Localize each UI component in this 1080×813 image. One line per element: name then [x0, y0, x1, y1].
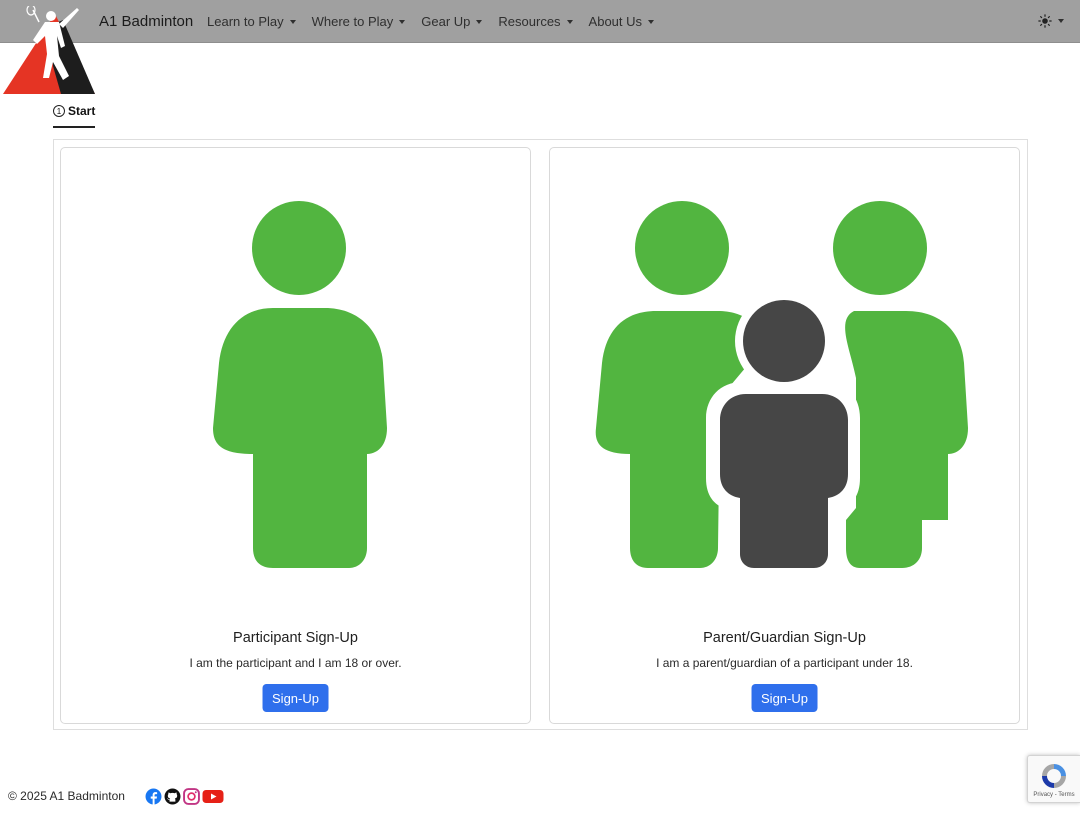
- card-title: Participant Sign-Up: [233, 630, 358, 646]
- recaptcha-icon: [1042, 764, 1066, 788]
- participant-signup-button[interactable]: Sign-Up: [262, 684, 329, 712]
- brand-name[interactable]: A1 Badminton: [99, 13, 193, 30]
- step-tab-start[interactable]: 1 Start: [53, 104, 96, 128]
- instagram-icon[interactable]: [183, 788, 200, 805]
- caret-down-icon: [1058, 19, 1064, 23]
- step-number: 1: [53, 105, 65, 117]
- caret-down-icon: [566, 19, 573, 24]
- sun-icon: [1038, 14, 1052, 28]
- nav-item-gear-up[interactable]: Gear Up: [421, 14, 483, 29]
- nav-item-about-us[interactable]: About Us: [588, 14, 655, 29]
- copyright-text: © 2025 A1 Badminton: [8, 789, 125, 803]
- footer: © 2025 A1 Badminton: [8, 789, 125, 803]
- nav-menu: Learn to Play Where to Play Gear Up Reso…: [207, 14, 670, 29]
- recaptcha-badge[interactable]: Privacy - Terms: [1027, 755, 1080, 803]
- nav-item-learn-to-play[interactable]: Learn to Play: [207, 14, 296, 29]
- nav-item-resources[interactable]: Resources: [498, 14, 573, 29]
- step-label: Start: [68, 104, 96, 118]
- parent-guardian-signup-card: Parent/Guardian Sign-Up I am a parent/gu…: [549, 147, 1020, 724]
- caret-down-icon: [476, 19, 483, 24]
- nav-item-label: Learn to Play: [207, 14, 284, 29]
- card-description: I am the participant and I am 18 or over…: [189, 656, 402, 670]
- family-icon: [595, 201, 968, 568]
- caret-down-icon: [648, 19, 655, 24]
- facebook-icon[interactable]: [145, 788, 162, 805]
- social-links: [145, 788, 224, 805]
- participant-signup-card: Participant Sign-Up I am the participant…: [60, 147, 531, 724]
- navbar: A1 Badminton Learn to Play Where to Play…: [0, 0, 1080, 43]
- person-icon: [213, 201, 387, 568]
- parent-guardian-signup-button[interactable]: Sign-Up: [751, 684, 818, 712]
- nav-item-label: Where to Play: [311, 14, 394, 29]
- nav-item-label: Gear Up: [421, 14, 471, 29]
- nav-item-where-to-play[interactable]: Where to Play: [312, 14, 406, 29]
- youtube-icon[interactable]: [202, 788, 224, 805]
- caret-down-icon: [399, 19, 406, 24]
- recaptcha-privacy-terms[interactable]: Privacy - Terms: [1028, 792, 1080, 798]
- card-title: Parent/Guardian Sign-Up: [703, 630, 866, 646]
- nav-item-label: About Us: [588, 14, 643, 29]
- card-description: I am a parent/guardian of a participant …: [656, 656, 913, 670]
- caret-down-icon: [289, 19, 296, 24]
- signup-options-container: Participant Sign-Up I am the participant…: [53, 139, 1028, 730]
- nav-item-label: Resources: [498, 14, 561, 29]
- github-icon[interactable]: [164, 788, 181, 805]
- theme-toggle-button[interactable]: [1038, 14, 1064, 28]
- badminton-player-logo[interactable]: [3, 6, 95, 94]
